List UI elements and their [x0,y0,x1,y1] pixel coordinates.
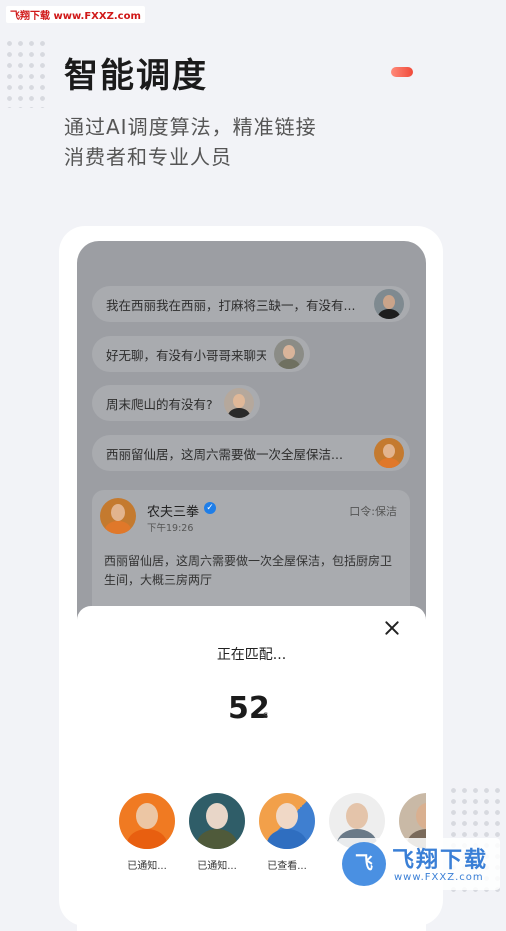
matching-status: 正在匹配... [216,647,287,663]
page-title: 智能调度 [64,56,208,96]
avatar [274,339,304,369]
match-item[interactable]: 已通知... [189,793,245,872]
message-text: 周末爬山的有没有? [106,396,213,412]
avatar [119,793,175,849]
phone-screen: 我在西丽我在西丽，打麻将三缺一，有没有... 好无聊，有没有小哥哥来聊天 周末爬… [77,241,426,931]
message-text: 好无聊，有没有小哥哥来聊天 [106,347,266,363]
avatar [189,793,245,849]
message-text: 西丽留仙居，这周六需要做一次全屋保洁... [106,446,343,462]
message-bubble[interactable]: 我在西丽我在西丽，打麻将三缺一，有没有... [92,286,410,322]
match-item[interactable]: 已查看... [259,793,315,872]
avatar [374,438,404,468]
avatar [259,793,315,849]
match-item[interactable]: 已通知... [119,793,175,872]
watermark-top-left: 飞翔下载 www.FXXZ.com [6,6,145,23]
message-bubble[interactable]: 周末爬山的有没有? [92,385,260,421]
request-message: 西丽留仙居，这周六需要做一次全屋保洁，包括厨房卫生间，大概三房两厅 [104,554,393,587]
message-bubble[interactable]: 好无聊，有没有小哥哥来聊天 [92,336,310,372]
user-name: 农夫三拳 [147,505,200,520]
page-subtitle: 通过AI调度算法，精准链接 消费者和专业人员 [64,112,317,172]
verified-icon: ✓ [204,502,216,514]
command-tag: 口令:保洁 [349,505,397,518]
accent-pill [391,67,413,77]
watermark-url: www.FXXZ.com [394,872,484,883]
match-status: 已通知... [127,861,167,872]
close-icon[interactable] [384,620,400,636]
match-status: 已查看... [267,861,307,872]
message-bubble[interactable]: 西丽留仙居，这周六需要做一次全屋保洁... [92,435,410,471]
decorative-dots [4,38,48,108]
avatar [100,498,136,534]
watermark-text: 飞翔下载 [392,848,489,873]
match-status: 已通知... [197,861,237,872]
post-time: 下午19:26 [147,523,194,534]
message-text: 我在西丽我在西丽，打麻将三缺一，有没有... [106,297,356,313]
subtitle-line-2: 消费者和专业人员 [64,145,232,169]
watermark-bottom-right: 飞 飞翔下载 www.FXXZ.com [338,838,500,890]
subtitle-line-1: 通过AI调度算法，精准链接 [64,115,317,139]
countdown-unit: s [263,710,269,721]
phone-mockup: 我在西丽我在西丽，打麻将三缺一，有没有... 好无聊，有没有小哥哥来聊天 周末爬… [59,226,443,931]
avatar [224,388,254,418]
avatar [374,289,404,319]
watermark-logo-icon: 飞 [342,842,386,886]
